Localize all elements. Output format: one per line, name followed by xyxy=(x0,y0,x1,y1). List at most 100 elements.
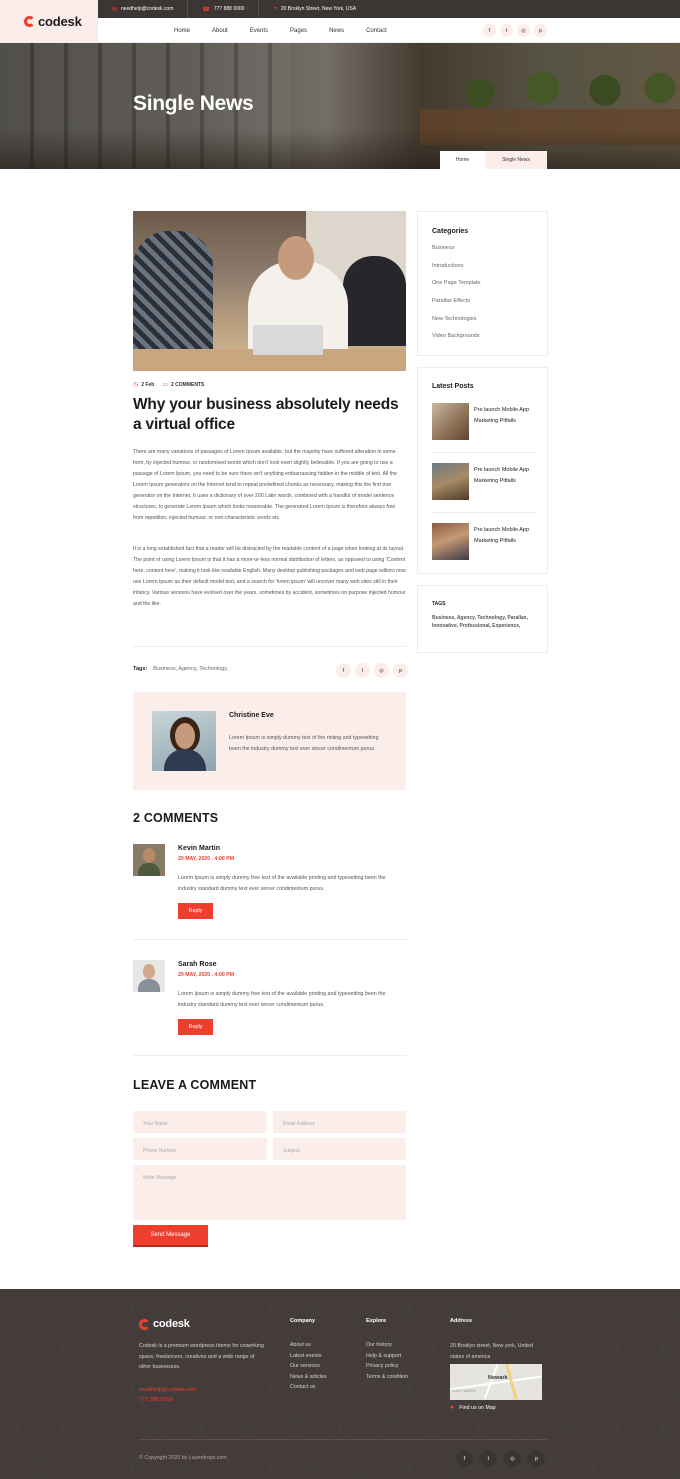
reply-button[interactable]: Reply xyxy=(178,903,213,919)
footer-map[interactable]: Newark EAST WARD xyxy=(450,1364,542,1400)
message-textarea[interactable]: Write Message xyxy=(133,1165,406,1220)
latest-post-thumbnail xyxy=(432,463,469,500)
phone-input[interactable]: Phone Number xyxy=(133,1138,267,1160)
copyright: © Copyright 2020 by Layerdrops.com xyxy=(139,1455,227,1461)
footer-link[interactable]: Contact us xyxy=(290,1384,315,1390)
latest-posts-widget: Latest Posts Pre launch Mobile App Marke… xyxy=(417,367,548,574)
twitter-icon[interactable]: t xyxy=(480,1450,497,1467)
twitter-icon[interactable]: t xyxy=(355,663,370,678)
main-nav: Home About Events Pages News Contact f t… xyxy=(98,18,680,43)
tags-widget: TAGS Business, Agency, Technology, Paral… xyxy=(417,585,548,653)
footer-email[interactable]: needhelp@codesk.com xyxy=(139,1387,197,1393)
footer-logo-text: codesk xyxy=(153,1318,190,1330)
map-label: Newark xyxy=(488,1375,508,1381)
footer-link[interactable]: Privacy policy xyxy=(366,1363,398,1369)
latest-post-title[interactable]: Pre launch Mobile App Marketing Pitfalls xyxy=(474,525,540,547)
topbar-phone[interactable]: ☎ 777 888 0000 xyxy=(188,0,260,18)
post-comment-count[interactable]: 2 COMMENTS xyxy=(171,382,204,388)
footer-address-title: Address xyxy=(450,1318,473,1324)
post-tags: Tags: Business, Agency, Technology, xyxy=(133,666,228,672)
divider xyxy=(133,646,407,647)
latest-post-thumbnail xyxy=(432,403,469,440)
latest-post-item[interactable]: Pre launch Mobile App Marketing Pitfalls xyxy=(432,403,542,441)
instagram-icon[interactable]: ◎ xyxy=(517,24,530,37)
facebook-icon[interactable]: f xyxy=(483,24,496,37)
footer-link[interactable]: Our history xyxy=(366,1342,392,1348)
logo-icon xyxy=(139,1318,150,1330)
facebook-icon[interactable]: f xyxy=(456,1450,473,1467)
breadcrumb-current: Single News xyxy=(485,151,547,169)
footer-link[interactable]: Latest events xyxy=(290,1353,322,1359)
author-box: Christine Eve Lorem Ipsum is simply dumm… xyxy=(133,692,406,790)
footer-company-title: Company xyxy=(290,1318,316,1324)
nav-item-contact[interactable]: Contact xyxy=(366,28,387,34)
pinterest-icon[interactable]: p xyxy=(393,663,408,678)
logo[interactable]: codesk xyxy=(0,0,98,43)
site-footer: codesk Codesk is a premium wordpress the… xyxy=(0,1289,680,1479)
category-item[interactable]: New Technologies xyxy=(432,316,477,322)
latest-post-title[interactable]: Pre launch Mobile App Marketing Pitfalls xyxy=(474,465,540,487)
post-tags-list[interactable]: Business, Agency, Technology, xyxy=(153,666,228,672)
latest-post-title[interactable]: Pre launch Mobile App Marketing Pitfalls xyxy=(474,405,540,427)
location-icon: ⌖ xyxy=(273,5,277,12)
nav-item-about[interactable]: About xyxy=(212,28,228,34)
categories-title: Categories xyxy=(432,228,469,235)
pinterest-icon[interactable]: p xyxy=(534,24,547,37)
comment-icon: ▭ xyxy=(162,382,168,388)
send-message-button[interactable]: Send Message xyxy=(133,1225,208,1245)
footer-link[interactable]: Our services xyxy=(290,1363,320,1369)
tags-list[interactable]: Business, Agency, Technology, Parallax, … xyxy=(432,615,532,631)
category-item[interactable]: Introductions xyxy=(432,263,464,269)
author-bio: Lorem Ipsum is simply dummy text of the … xyxy=(229,735,379,752)
topbar-email[interactable]: ✉ needhelp@codesk.com xyxy=(98,0,189,18)
comments-title: 2 COMMENTS xyxy=(133,811,219,825)
category-item[interactable]: Video Backgrounds xyxy=(432,333,480,339)
category-item[interactable]: Parallax Effects xyxy=(432,298,470,304)
latest-post-item[interactable]: Pre launch Mobile App Marketing Pitfalls xyxy=(432,523,542,561)
divider xyxy=(432,452,536,453)
page-hero xyxy=(0,43,680,169)
top-bar: ✉ needhelp@codesk.com ☎ 777 888 0000 ⌖ 2… xyxy=(98,0,680,18)
nav-item-pages[interactable]: Pages xyxy=(290,28,307,34)
footer-link[interactable]: Terms & condition xyxy=(366,1374,408,1380)
topbar-address-text: 20 Broklyn Street, New York, USA xyxy=(280,6,357,12)
nav-item-news[interactable]: News xyxy=(329,28,344,34)
nav-item-home[interactable]: Home xyxy=(174,28,190,34)
email-input[interactable]: Email Address xyxy=(273,1111,406,1133)
latest-post-item[interactable]: Pre launch Mobile App Marketing Pitfalls xyxy=(432,463,542,501)
footer-logo[interactable]: codesk xyxy=(139,1318,190,1330)
breadcrumb-home[interactable]: Home xyxy=(440,151,485,169)
subject-input[interactable]: Subject xyxy=(273,1138,406,1160)
footer-phone[interactable]: 777 888 0000 xyxy=(139,1397,173,1403)
instagram-icon[interactable]: ◎ xyxy=(504,1450,521,1467)
find-us-on-map-link[interactable]: ● Find us on Map xyxy=(450,1404,496,1411)
find-us-on-map-text: Find us on Map xyxy=(459,1404,496,1411)
latest-posts-title: Latest Posts xyxy=(432,383,474,390)
footer-link[interactable]: News & articles xyxy=(290,1374,327,1380)
avatar xyxy=(133,960,165,992)
instagram-icon[interactable]: ◎ xyxy=(374,663,389,678)
footer-link[interactable]: About us xyxy=(290,1342,311,1348)
author-avatar xyxy=(152,711,216,771)
post-image-laptop xyxy=(253,325,323,355)
reply-button[interactable]: Reply xyxy=(178,1019,213,1035)
facebook-icon[interactable]: f xyxy=(336,663,351,678)
page-title: Single News xyxy=(133,92,254,115)
footer-address: 20 Broklyn street, New york, United stat… xyxy=(450,1343,534,1360)
nav-item-events[interactable]: Events xyxy=(250,28,268,34)
comment-author: Sarah Rose xyxy=(178,961,217,968)
topbar-address: ⌖ 20 Broklyn Street, New York, USA xyxy=(259,0,370,18)
divider xyxy=(133,1055,407,1056)
divider xyxy=(432,512,536,513)
comment-date: 20 MAY, 2020 . 4:00 PM xyxy=(178,972,235,978)
categories-widget: Categories Business Introductions One Pa… xyxy=(417,211,548,356)
twitter-icon[interactable]: t xyxy=(500,24,513,37)
post-paragraph: There are many variations of passages of… xyxy=(133,449,397,521)
nav-menu: Home About Events Pages News Contact xyxy=(174,18,409,43)
category-item[interactable]: Business xyxy=(432,245,454,251)
pinterest-icon[interactable]: p xyxy=(528,1450,545,1467)
post-date: 2 Feb xyxy=(141,381,155,388)
footer-link[interactable]: Help & support xyxy=(366,1353,401,1359)
category-item[interactable]: One Page Template xyxy=(432,280,481,286)
name-input[interactable]: Your Name xyxy=(133,1111,267,1133)
